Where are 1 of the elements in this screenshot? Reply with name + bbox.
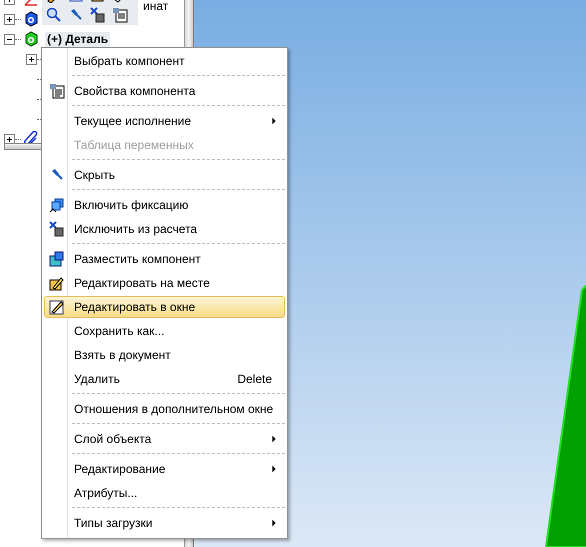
shortcut-label: Delete bbox=[237, 372, 272, 386]
